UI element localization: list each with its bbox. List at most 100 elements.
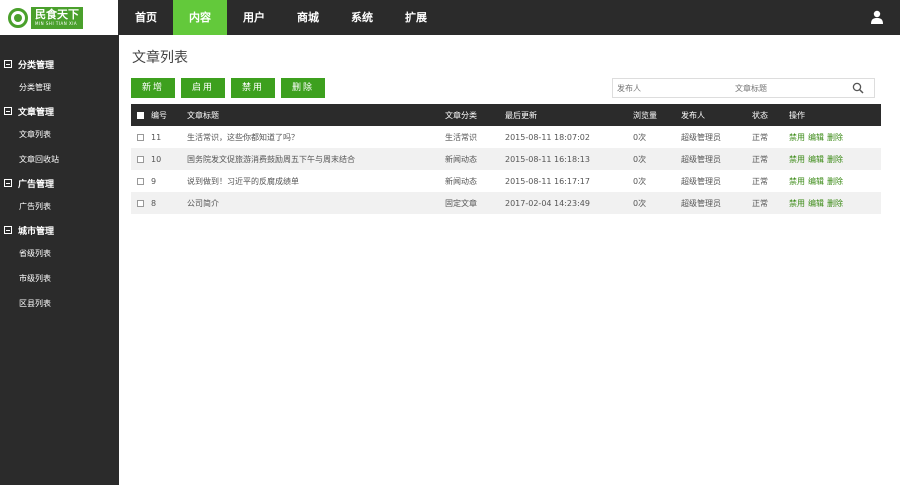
row-category: 固定文章 [445,192,505,214]
minus-box-icon[interactable] [4,60,12,68]
row-status: 正常 [752,170,789,192]
main-content: 文章列表 新增 启用 禁用 删除 编号 文章标题 文章分类 最后更新 浏览量 [119,35,900,485]
sidebar-item-article-list[interactable]: 文章列表 [0,122,119,147]
nav-item-users[interactable]: 用户 [227,0,281,35]
search-icon[interactable] [852,82,864,94]
sidebar-group-label: 城市管理 [18,226,55,237]
row-title[interactable]: 说到做到！习近平的反腐成绩单 [187,170,445,192]
minus-box-icon[interactable] [4,107,12,115]
edit-link[interactable]: 编辑 [808,177,824,186]
delete-link[interactable]: 删除 [827,133,843,142]
sidebar-group-label: 文章管理 [18,107,55,118]
title-search-input[interactable] [731,79,849,97]
row-title[interactable]: 公司简介 [187,192,445,214]
user-icon[interactable] [870,10,884,24]
row-status: 正常 [752,148,789,170]
row-title[interactable]: 生活常识，这些你都知道了吗？ [187,126,445,148]
top-bar: 民食天下 MIN SHI TIAN XIA 首页 内容 用户 商城 系统 扩展 [0,0,900,35]
disable-link[interactable]: 禁用 [789,155,805,164]
minus-box-icon[interactable] [4,226,12,234]
row-id: 11 [151,126,187,148]
logo[interactable]: 民食天下 MIN SHI TIAN XIA [0,0,119,35]
row-id: 10 [151,148,187,170]
row-updated: 2017-02-04 14:23:49 [505,192,633,214]
sidebar-group-category[interactable]: 分类管理 [0,53,119,75]
row-category: 新闻动态 [445,170,505,192]
table-row: 10 国务院发文促旅游消费鼓励周五下午与周末结合 新闻动态 2015-08-11… [131,148,881,170]
row-checkbox[interactable] [137,177,144,185]
row-publisher: 超级管理员 [681,126,752,148]
delete-link[interactable]: 删除 [827,155,843,164]
edit-link[interactable]: 编辑 [808,133,824,142]
sidebar-group-label: 广告管理 [18,179,55,190]
sidebar-item-category-manage[interactable]: 分类管理 [0,75,119,100]
sidebar: 分类管理 分类管理 文章管理 文章列表 文章回收站 广告管理 广告列表 城市管理… [0,35,119,485]
row-title[interactable]: 国务院发文促旅游消费鼓励周五下午与周末结合 [187,148,445,170]
nav-item-home[interactable]: 首页 [119,0,173,35]
delete-button[interactable]: 删除 [281,78,326,98]
column-header: 文章分类 [445,104,505,126]
column-header: 最后更新 [505,104,633,126]
select-all-checkbox[interactable] [137,111,144,119]
column-header: 文章标题 [187,104,445,126]
row-views: 0次 [633,170,681,192]
nav-item-system[interactable]: 系统 [335,0,389,35]
row-category: 新闻动态 [445,148,505,170]
publisher-search-input[interactable] [613,79,731,97]
table-row: 8 公司简介 固定文章 2017-02-04 14:23:49 0次 超级管理员… [131,192,881,214]
row-views: 0次 [633,126,681,148]
article-table: 编号 文章标题 文章分类 最后更新 浏览量 发布人 状态 操作 11 生活常识，… [131,104,881,214]
row-views: 0次 [633,192,681,214]
row-publisher: 超级管理员 [681,192,752,214]
logo-mark-icon [8,7,28,28]
minus-box-icon[interactable] [4,179,12,187]
delete-link[interactable]: 删除 [827,177,843,186]
row-actions: 禁用 编辑 删除 [789,126,881,148]
row-updated: 2015-08-11 16:18:13 [505,148,633,170]
sidebar-group-city[interactable]: 城市管理 [0,219,119,241]
row-publisher: 超级管理员 [681,148,752,170]
sidebar-item-district-list[interactable]: 区县列表 [0,291,119,316]
table-row: 9 说到做到！习近平的反腐成绩单 新闻动态 2015-08-11 16:17:1… [131,170,881,192]
row-actions: 禁用 编辑 删除 [789,170,881,192]
row-checkbox[interactable] [137,155,144,163]
column-header: 编号 [151,104,187,126]
sidebar-item-ad-list[interactable]: 广告列表 [0,194,119,219]
disable-button[interactable]: 禁用 [231,78,276,98]
row-updated: 2015-08-11 16:17:17 [505,170,633,192]
disable-link[interactable]: 禁用 [789,177,805,186]
row-id: 8 [151,192,187,214]
nav-item-mall[interactable]: 商城 [281,0,335,35]
search-bar [612,78,875,98]
column-header: 状态 [752,104,789,126]
sidebar-item-city-list[interactable]: 市级列表 [0,266,119,291]
sidebar-group-ads[interactable]: 广告管理 [0,172,119,194]
row-checkbox[interactable] [137,133,144,141]
table-header-row: 编号 文章标题 文章分类 最后更新 浏览量 发布人 状态 操作 [131,104,881,126]
row-id: 9 [151,170,187,192]
column-header: 操作 [789,104,881,126]
row-status: 正常 [752,126,789,148]
row-category: 生活常识 [445,126,505,148]
sidebar-item-article-recycle[interactable]: 文章回收站 [0,147,119,172]
logo-subtext: MIN SHI TIAN XIA [35,21,78,26]
row-actions: 禁用 编辑 删除 [789,148,881,170]
sidebar-group-article[interactable]: 文章管理 [0,100,119,122]
sidebar-item-province-list[interactable]: 省级列表 [0,241,119,266]
row-actions: 禁用 编辑 删除 [789,192,881,214]
row-checkbox[interactable] [137,199,144,207]
column-header: 发布人 [681,104,752,126]
nav-item-extend[interactable]: 扩展 [389,0,443,35]
row-views: 0次 [633,148,681,170]
column-header: 浏览量 [633,104,681,126]
edit-link[interactable]: 编辑 [808,199,824,208]
row-publisher: 超级管理员 [681,170,752,192]
sidebar-group-label: 分类管理 [18,60,55,71]
disable-link[interactable]: 禁用 [789,199,805,208]
nav-item-content[interactable]: 内容 [173,0,227,35]
enable-button[interactable]: 启用 [181,78,226,98]
edit-link[interactable]: 编辑 [808,155,824,164]
disable-link[interactable]: 禁用 [789,133,805,142]
delete-link[interactable]: 删除 [827,199,843,208]
add-button[interactable]: 新增 [131,78,176,98]
